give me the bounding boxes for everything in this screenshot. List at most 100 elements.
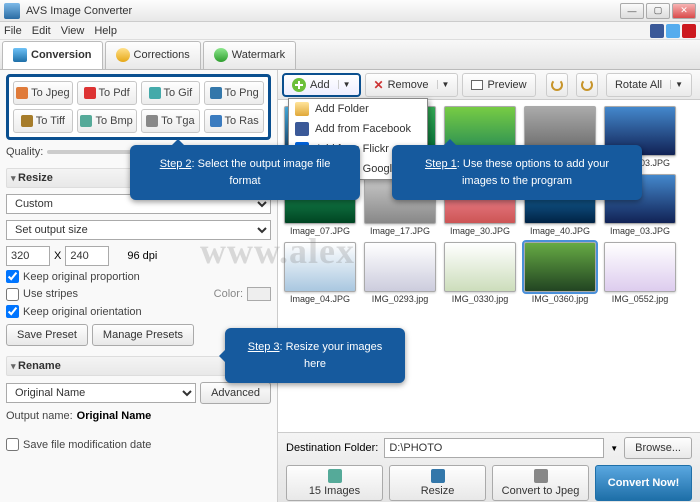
- tiff-icon: [21, 115, 33, 127]
- images-count-button[interactable]: 15 Images: [286, 465, 383, 501]
- format-grid: To Jpeg To Pdf To Gif To Png To Tiff To …: [6, 74, 271, 140]
- callout-step3: Step 3: Resize your images here: [225, 328, 405, 383]
- menu-edit[interactable]: Edit: [32, 25, 51, 37]
- twitter-icon[interactable]: [666, 24, 680, 38]
- keep-proportion-checkbox[interactable]: Keep original proportion: [6, 270, 271, 283]
- thumbnail-image: [284, 242, 356, 292]
- add-facebook-item[interactable]: Add from Facebook: [289, 119, 427, 139]
- add-folder-item[interactable]: Add Folder: [289, 99, 427, 119]
- to-tiff-button[interactable]: To Tiff: [13, 109, 73, 133]
- menu-file[interactable]: File: [4, 25, 22, 37]
- rotate-right-icon: [581, 79, 593, 91]
- facebook-icon: [295, 122, 309, 136]
- destination-dropdown[interactable]: ▼: [610, 444, 618, 453]
- tab-corrections[interactable]: Corrections: [105, 41, 201, 69]
- to-ras-button[interactable]: To Ras: [204, 109, 264, 133]
- to-png-button[interactable]: To Png: [204, 81, 264, 105]
- thumbnail-item[interactable]: IMG_0293.jpg: [362, 242, 438, 304]
- manage-presets-button[interactable]: Manage Presets: [92, 324, 194, 346]
- stripe-color-picker[interactable]: [247, 287, 271, 301]
- thumbnail-caption: Image_30.JPG: [450, 226, 510, 236]
- tab-conversion[interactable]: Conversion: [2, 41, 103, 69]
- callout-step2: Step 2: Select the output image file for…: [130, 145, 360, 200]
- plus-icon: [292, 78, 306, 92]
- browse-button[interactable]: Browse...: [624, 437, 692, 459]
- app-icon: [4, 3, 20, 19]
- height-input[interactable]: [65, 246, 109, 266]
- save-preset-button[interactable]: Save Preset: [6, 324, 88, 346]
- to-bmp-button[interactable]: To Bmp: [77, 109, 137, 133]
- to-tga-button[interactable]: To Tga: [141, 109, 201, 133]
- gif-icon: [149, 87, 161, 99]
- maximize-button[interactable]: ▢: [646, 3, 670, 19]
- convert-icon: [534, 469, 548, 483]
- add-button[interactable]: Add▼: [282, 73, 361, 97]
- rotate-left-icon: [551, 79, 563, 91]
- output-name-label: Output name:: [6, 410, 73, 422]
- destination-label: Destination Folder:: [286, 442, 378, 454]
- close-button[interactable]: ✕: [672, 3, 696, 19]
- to-gif-button[interactable]: To Gif: [141, 81, 201, 105]
- jpeg-icon: [16, 87, 28, 99]
- thumbnail-caption: Image_03.JPG: [610, 226, 670, 236]
- save-modification-date-checkbox[interactable]: Save file modification date: [6, 438, 271, 451]
- output-name-value: Original Name: [77, 410, 152, 422]
- thumbnail-caption: Image_04.JPG: [290, 294, 350, 304]
- callout-step1: Step 1: Use these options to add your im…: [392, 145, 642, 200]
- thumbnail-item[interactable]: Image_04.JPG: [282, 242, 358, 304]
- rotate-all-button[interactable]: Rotate All▼: [606, 73, 692, 97]
- minimize-button[interactable]: —: [620, 3, 644, 19]
- rotate-right-button[interactable]: [576, 73, 598, 97]
- chevron-down-icon[interactable]: ▼: [338, 80, 351, 89]
- tga-icon: [146, 115, 158, 127]
- conversion-icon: [13, 48, 27, 62]
- resize-summary-button[interactable]: Resize: [389, 465, 486, 501]
- corrections-icon: [116, 48, 130, 62]
- png-icon: [210, 87, 222, 99]
- thumbnail-image: [524, 242, 596, 292]
- thumbnail-item[interactable]: IMG_0360.jpg: [522, 242, 598, 304]
- folder-icon: [295, 102, 309, 116]
- rename-advanced-button[interactable]: Advanced: [200, 382, 271, 404]
- rotate-left-button[interactable]: [546, 73, 568, 97]
- thumbnail-caption: Image_07.JPG: [290, 226, 350, 236]
- output-size-mode[interactable]: Set output size: [6, 220, 271, 240]
- facebook-icon[interactable]: [650, 24, 664, 38]
- bmp-icon: [80, 115, 92, 127]
- youtube-icon[interactable]: [682, 24, 696, 38]
- window-title: AVS Image Converter: [26, 5, 618, 17]
- color-label: Color:: [214, 288, 243, 300]
- thumbnail-caption: IMG_0360.jpg: [532, 294, 589, 304]
- thumbnail-image: [604, 242, 676, 292]
- dim-x: X: [54, 250, 61, 262]
- rename-preset-select[interactable]: Original Name: [6, 383, 196, 403]
- to-pdf-button[interactable]: To Pdf: [77, 81, 137, 105]
- tab-watermark[interactable]: Watermark: [203, 41, 296, 69]
- thumbnail-caption: IMG_0330.jpg: [452, 294, 509, 304]
- thumbnail-caption: Image_40.JPG: [530, 226, 590, 236]
- quality-label: Quality:: [6, 146, 43, 158]
- keep-orientation-checkbox[interactable]: Keep original orientation: [6, 305, 271, 318]
- pdf-icon: [84, 87, 96, 99]
- thumbnail-image: [364, 242, 436, 292]
- thumbnail-caption: IMG_0552.jpg: [612, 294, 669, 304]
- ras-icon: [210, 115, 222, 127]
- thumbnail-item[interactable]: IMG_0552.jpg: [602, 242, 678, 304]
- preview-icon: [471, 80, 483, 90]
- convert-now-button[interactable]: Convert Now!: [595, 465, 692, 501]
- width-input[interactable]: [6, 246, 50, 266]
- destination-input[interactable]: [384, 438, 604, 458]
- preview-button[interactable]: Preview: [462, 73, 535, 97]
- thumbnail-item[interactable]: IMG_0330.jpg: [442, 242, 518, 304]
- menu-help[interactable]: Help: [94, 25, 117, 37]
- convert-summary-button[interactable]: Convert to Jpeg: [492, 465, 589, 501]
- watermark-icon: [214, 48, 228, 62]
- to-jpeg-button[interactable]: To Jpeg: [13, 81, 73, 105]
- use-stripes-checkbox[interactable]: Use stripes: [6, 288, 78, 301]
- menu-view[interactable]: View: [61, 25, 85, 37]
- remove-button[interactable]: ✕Remove▼: [365, 73, 459, 97]
- thumbnail-caption: IMG_0293.jpg: [372, 294, 429, 304]
- resize-icon: [431, 469, 445, 483]
- images-icon: [328, 469, 342, 483]
- dpi-label: 96 dpi: [127, 250, 157, 262]
